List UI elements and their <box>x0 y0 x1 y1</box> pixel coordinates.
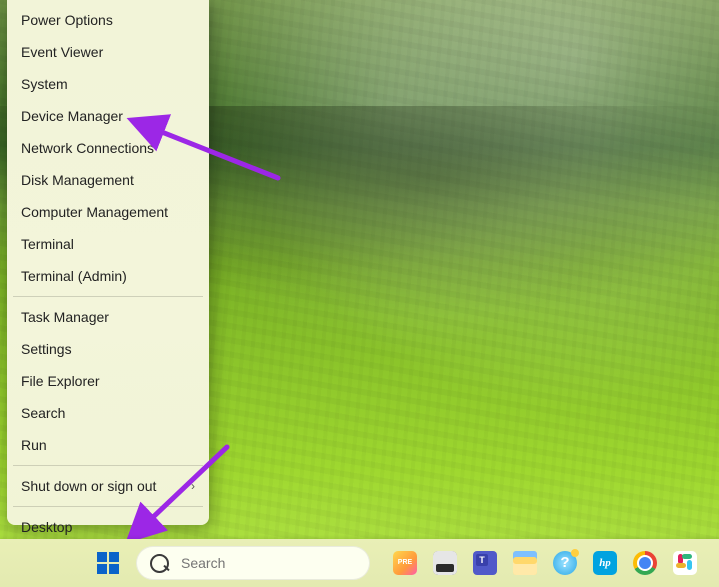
menu-label: Terminal (Admin) <box>21 268 127 284</box>
menu-settings[interactable]: Settings <box>7 333 209 365</box>
slack-icon <box>673 551 697 575</box>
help-icon <box>553 551 577 575</box>
menu-network-connections[interactable]: Network Connections <box>7 132 209 164</box>
chevron-right-icon: › <box>191 479 195 493</box>
menu-label: System <box>21 76 68 92</box>
menu-file-explorer[interactable]: File Explorer <box>7 365 209 397</box>
menu-terminal[interactable]: Terminal <box>7 228 209 260</box>
menu-separator <box>13 465 203 466</box>
menu-separator <box>13 296 203 297</box>
menu-label: Shut down or sign out <box>21 478 156 494</box>
menu-event-viewer[interactable]: Event Viewer <box>7 36 209 68</box>
menu-search[interactable]: Search <box>7 397 209 429</box>
menu-disk-management[interactable]: Disk Management <box>7 164 209 196</box>
taskbar-icon-prerelease[interactable] <box>390 548 420 578</box>
taskbar <box>0 539 719 587</box>
windows-logo-icon <box>97 552 119 574</box>
menu-label: Event Viewer <box>21 44 103 60</box>
menu-task-manager[interactable]: Task Manager <box>7 301 209 333</box>
teams-icon <box>473 551 497 575</box>
menu-label: Device Manager <box>21 108 123 124</box>
taskview-icon <box>433 551 457 575</box>
menu-label: Computer Management <box>21 204 168 220</box>
menu-label: Power Options <box>21 12 113 28</box>
menu-power-options[interactable]: Power Options <box>7 4 209 36</box>
menu-shutdown-signout[interactable]: Shut down or sign out › <box>7 470 209 502</box>
search-input[interactable] <box>179 554 356 572</box>
menu-system[interactable]: System <box>7 68 209 100</box>
myhp-icon <box>593 551 617 575</box>
start-button[interactable] <box>88 543 128 583</box>
menu-label: Search <box>21 405 65 421</box>
taskbar-icon-myhp[interactable] <box>590 548 620 578</box>
menu-label: Network Connections <box>21 140 154 156</box>
menu-label: Settings <box>21 341 72 357</box>
winx-menu: Power Options Event Viewer System Device… <box>7 0 209 525</box>
menu-separator <box>13 506 203 507</box>
taskbar-icon-slack[interactable] <box>670 548 700 578</box>
menu-label: Desktop <box>21 519 72 535</box>
menu-label: Task Manager <box>21 309 109 325</box>
taskbar-icon-chrome[interactable] <box>630 548 660 578</box>
file-explorer-icon <box>513 551 537 575</box>
menu-run[interactable]: Run <box>7 429 209 461</box>
chrome-icon <box>633 551 657 575</box>
taskbar-icon-taskview[interactable] <box>430 548 460 578</box>
menu-computer-management[interactable]: Computer Management <box>7 196 209 228</box>
taskbar-icon-help[interactable] <box>550 548 580 578</box>
menu-label: Run <box>21 437 47 453</box>
search-icon <box>150 554 169 573</box>
prerelease-icon <box>393 551 417 575</box>
taskbar-icon-teams[interactable] <box>470 548 500 578</box>
taskbar-icon-file-explorer[interactable] <box>510 548 540 578</box>
taskbar-pinned-icons <box>390 548 700 578</box>
menu-label: Terminal <box>21 236 74 252</box>
menu-label: File Explorer <box>21 373 100 389</box>
menu-terminal-admin[interactable]: Terminal (Admin) <box>7 260 209 292</box>
menu-device-manager[interactable]: Device Manager <box>7 100 209 132</box>
taskbar-search[interactable] <box>136 546 370 580</box>
menu-label: Disk Management <box>21 172 134 188</box>
